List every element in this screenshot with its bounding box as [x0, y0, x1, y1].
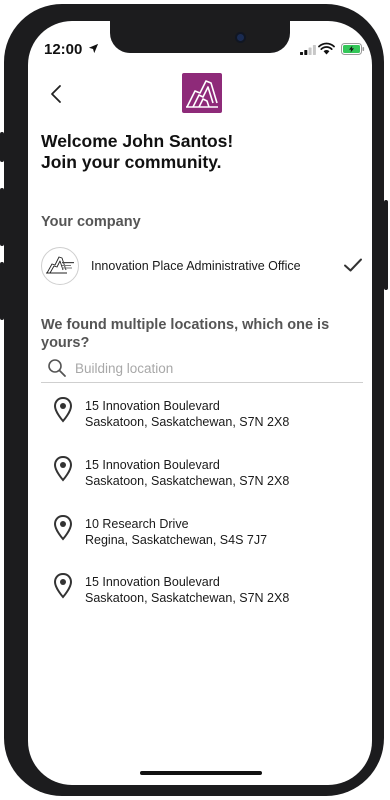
- location-street: 10 Research Drive: [85, 517, 189, 531]
- company-section-label: Your company: [41, 214, 141, 230]
- search-icon: [48, 359, 66, 377]
- location-item[interactable]: 10 Research Drive Regina, Saskatchewan, …: [41, 514, 363, 558]
- location-city: Regina, Saskatchewan, S4S 7J7: [85, 533, 268, 547]
- volume-down-button: [0, 262, 4, 320]
- location-item[interactable]: 15 Innovation Boulevard Saskatoon, Saska…: [41, 572, 363, 616]
- company-logo-icon: [46, 256, 74, 274]
- home-indicator[interactable]: [140, 771, 262, 775]
- location-arrow-icon: [88, 43, 99, 54]
- app-logo: [182, 73, 222, 113]
- front-camera: [237, 34, 244, 41]
- welcome-heading: Welcome John Santos! Join your community…: [41, 131, 361, 173]
- volume-up-button: [0, 188, 4, 246]
- location-street: 15 Innovation Boulevard: [85, 575, 220, 589]
- battery-charging-icon: [341, 43, 365, 55]
- app-screen: 12:00 Welcome John Santos! Join your com…: [28, 21, 372, 785]
- company-name: Innovation Place Administrative Office: [91, 259, 301, 273]
- chevron-left-icon: [51, 85, 61, 103]
- company-row[interactable]: Innovation Place Administrative Office: [41, 245, 363, 287]
- locations-question: We found multiple locations, which one i…: [41, 317, 330, 351]
- back-button[interactable]: [46, 83, 68, 105]
- wifi-icon: [318, 42, 335, 55]
- location-search: [41, 356, 363, 383]
- company-logo: [41, 247, 79, 285]
- location-item[interactable]: 15 Innovation Boulevard Saskatoon, Saska…: [41, 455, 363, 499]
- map-pin-icon: [53, 455, 73, 482]
- location-street: 15 Innovation Boulevard: [85, 458, 220, 472]
- location-item[interactable]: 15 Innovation Boulevard Saskatoon, Saska…: [41, 396, 363, 440]
- cellular-signal-icon: [300, 45, 316, 55]
- welcome-line-1: Welcome John Santos!: [41, 131, 234, 151]
- building-location-input[interactable]: [75, 357, 355, 379]
- mute-switch: [0, 132, 4, 162]
- power-button: [384, 200, 388, 290]
- notch: [110, 21, 290, 53]
- map-pin-icon: [53, 572, 73, 599]
- location-street: 15 Innovation Boulevard: [85, 399, 220, 413]
- building-logo-icon: [186, 80, 218, 108]
- location-city: Saskatoon, Saskatchewan, S7N 2X8: [85, 474, 290, 488]
- status-time: 12:00: [44, 41, 83, 58]
- map-pin-icon: [53, 396, 73, 423]
- welcome-line-2: Join your community.: [41, 152, 222, 172]
- location-city: Saskatoon, Saskatchewan, S7N 2X8: [85, 591, 290, 605]
- map-pin-icon: [53, 514, 73, 541]
- checkmark-icon: [344, 258, 362, 272]
- phone-frame: 12:00 Welcome John Santos! Join your com…: [0, 4, 388, 796]
- location-city: Saskatoon, Saskatchewan, S7N 2X8: [85, 415, 290, 429]
